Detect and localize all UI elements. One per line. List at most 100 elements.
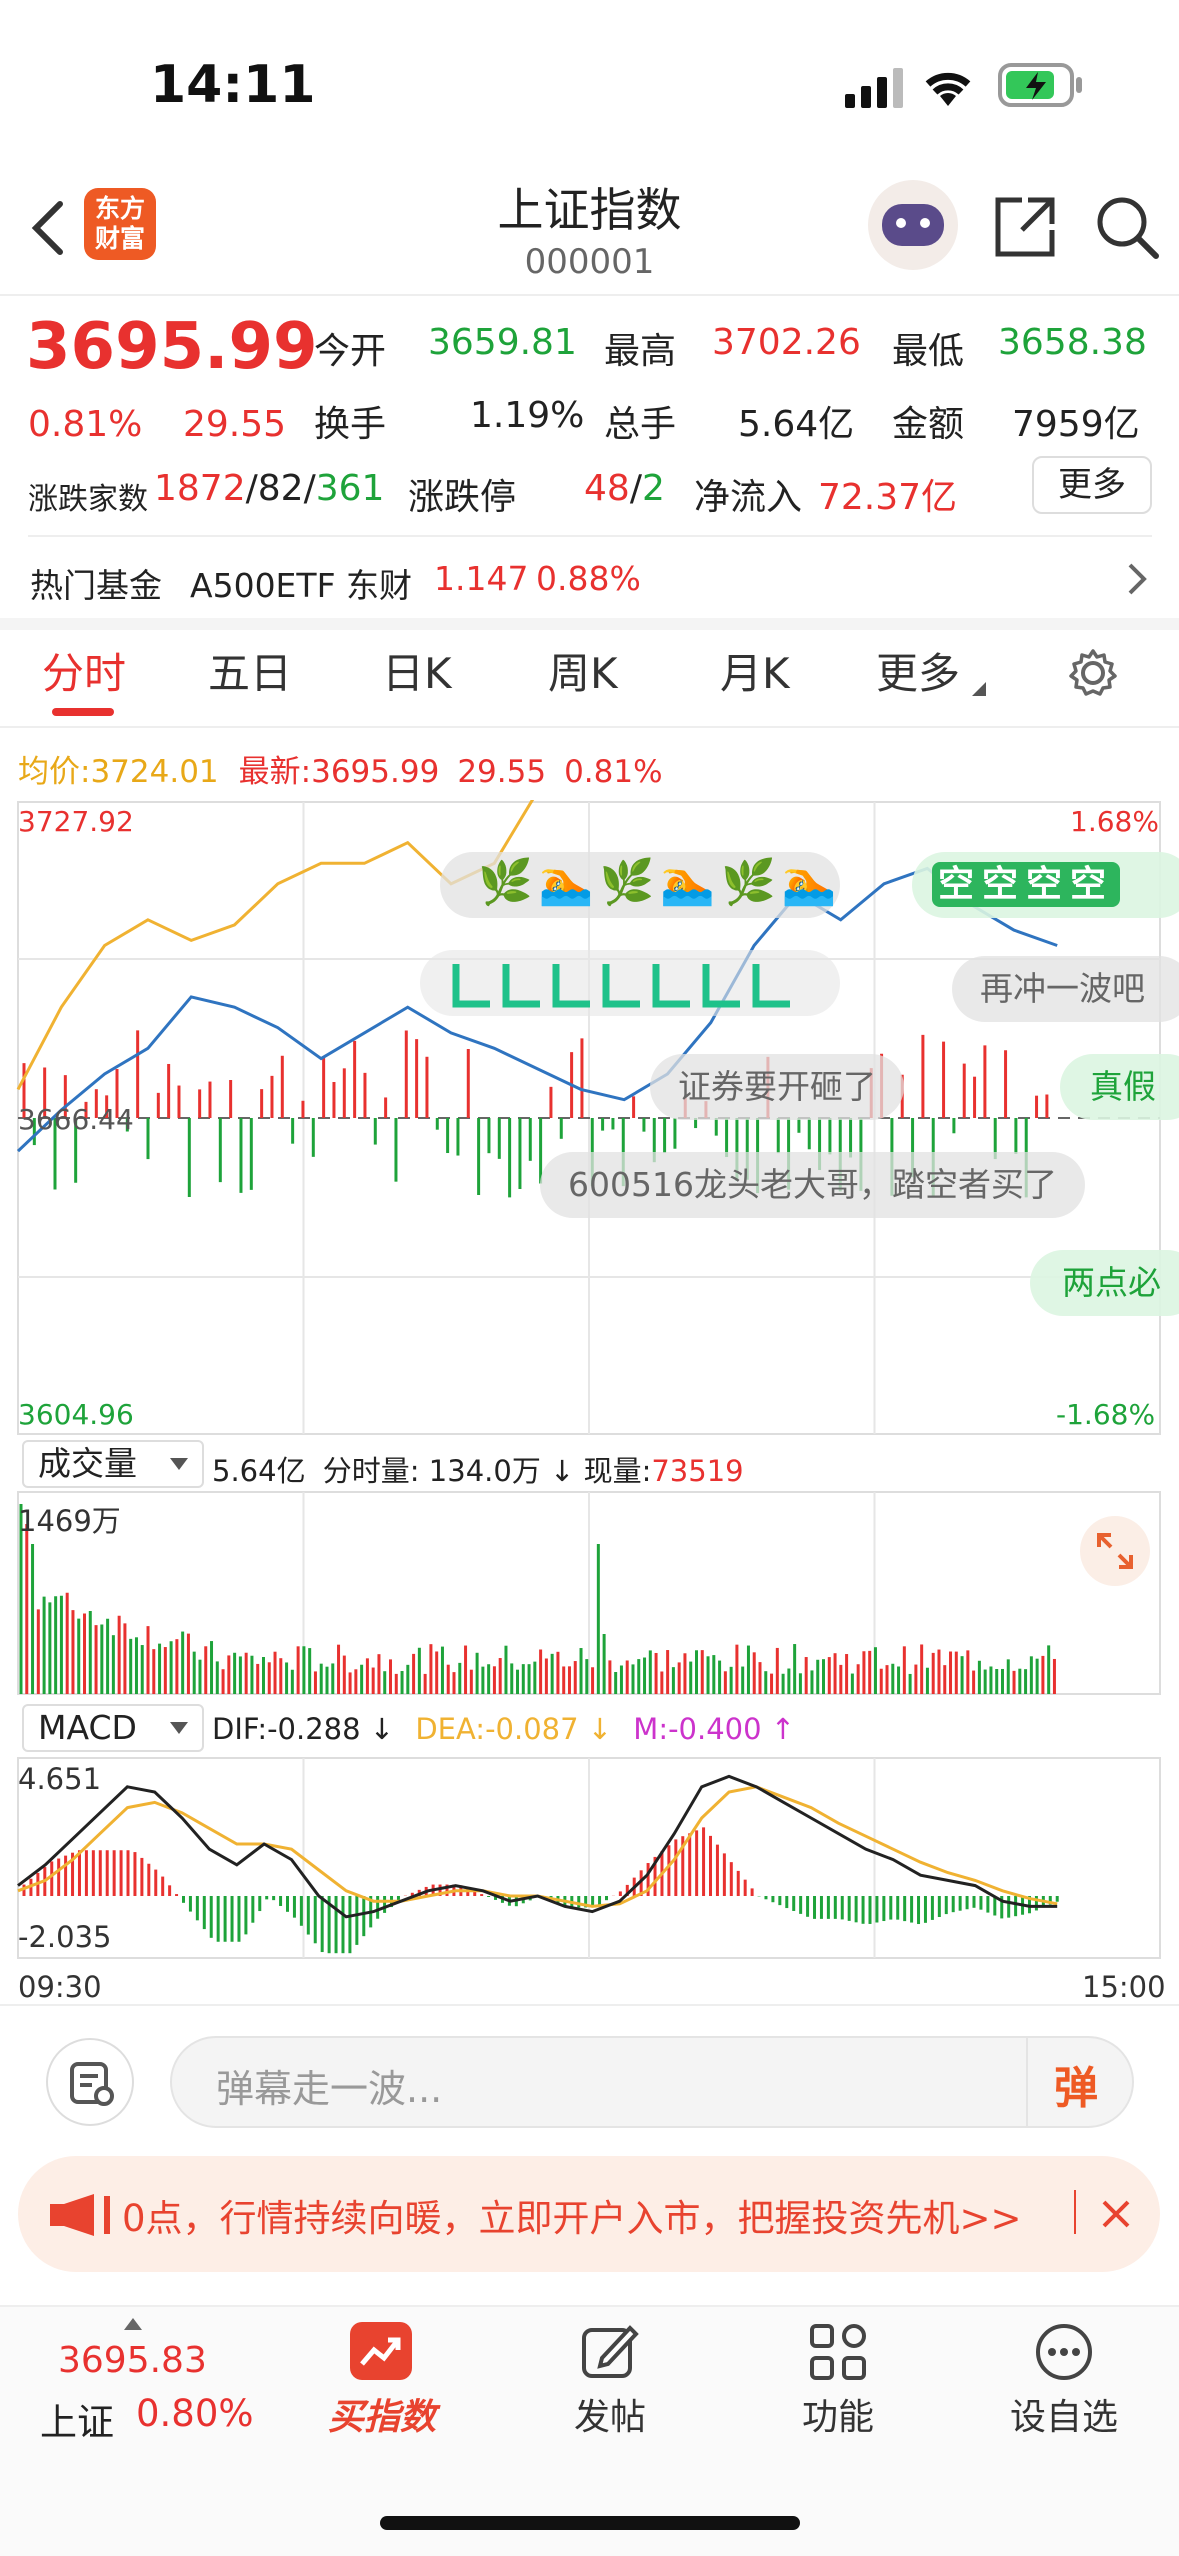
limit-down: 2: [641, 468, 665, 509]
fs-label: 分时量:: [322, 1454, 420, 1488]
close-icon[interactable]: [1098, 2196, 1134, 2232]
robot-eye-icon: [920, 218, 930, 228]
latest-chg: 29.55: [457, 754, 547, 790]
tab-active-indicator: [52, 708, 114, 716]
tab-five-day[interactable]: 五日: [208, 640, 292, 701]
bottom-index-pct: 0.80%: [136, 2392, 254, 2435]
robot-avatar[interactable]: [868, 180, 958, 270]
bottom-index-name: 上证: [40, 2401, 114, 2444]
hot-fund-pct: 0.88%: [536, 559, 641, 598]
nav-functions[interactable]: 功能: [758, 2388, 918, 2440]
signal-icon: [845, 68, 903, 108]
expand-button[interactable]: [1080, 1516, 1150, 1586]
bottom-index-price: 3695.83: [58, 2340, 207, 2381]
tab-monthly-k[interactable]: 月K: [720, 640, 790, 701]
change-value: 29.55: [183, 404, 287, 445]
dea-line: [17, 1785, 1058, 1908]
notes-button[interactable]: [46, 2038, 134, 2126]
volume-selector[interactable]: 成交量: [22, 1440, 204, 1488]
nav-watchlist[interactable]: 设自选: [984, 2388, 1144, 2440]
fs-value: 134.0万: [428, 1454, 541, 1488]
buy-index-icon: [350, 2322, 412, 2380]
macd-selector[interactable]: MACD: [22, 1704, 204, 1752]
limit-up: 48: [584, 468, 630, 509]
down-count: 361: [315, 468, 385, 509]
volume-total: 5.64亿: [212, 1454, 306, 1488]
hot-fund-label: 热门基金: [30, 566, 162, 605]
more-button[interactable]: 更多: [1032, 456, 1152, 514]
macd-min-label: -2.035: [18, 1920, 112, 1954]
tab-weekly-k[interactable]: 周K: [548, 640, 618, 701]
notes-icon: [70, 2062, 114, 2106]
danmaku-input-placeholder: 弹幕走一波...: [216, 2067, 443, 2111]
latest-pct: 0.81%: [564, 754, 663, 790]
settings-gear-icon[interactable]: [1068, 648, 1118, 698]
now-value: 73519: [651, 1454, 744, 1488]
search-icon[interactable]: [1094, 194, 1162, 262]
nav-post[interactable]: 发帖: [530, 2388, 690, 2440]
post-icon: [582, 2325, 639, 2378]
nav-buy-index[interactable]: 买指数: [302, 2388, 462, 2440]
up-triangle-icon: [124, 2318, 142, 2330]
dropdown-icon: [170, 1458, 188, 1470]
promo-banner[interactable]: 0点，行情持续向暖，立即开户入市，把握投资先机>>: [18, 2156, 1160, 2272]
avg-value: 3724.01: [90, 754, 219, 790]
macd-m: M:-0.400 ↑: [633, 1712, 796, 1746]
flat-count: 82: [257, 468, 304, 509]
slash: /: [629, 468, 642, 509]
more-dots-icon: [1036, 2324, 1092, 2380]
input-divider: [1026, 2038, 1028, 2126]
y-min-label: 3604.96: [18, 1398, 134, 1431]
tab-daily-k[interactable]: 日K: [382, 640, 452, 701]
status-time: 14:11: [150, 55, 316, 115]
home-indicator: [380, 2516, 800, 2530]
macd-dif: DIF:-0.288 ↓: [212, 1712, 395, 1746]
functions-icon: [810, 2324, 866, 2380]
current-price: 3695.99: [26, 310, 318, 384]
chevron-right-icon: [1128, 563, 1147, 595]
danmaku-chip: 两点必: [1030, 1250, 1179, 1316]
hot-fund-price: 1.147: [434, 559, 529, 598]
robot-face-icon: [882, 204, 944, 246]
trend-up-icon: [360, 2337, 401, 2366]
volume-max-label: 1469万: [18, 1504, 121, 1538]
tab-more[interactable]: 更多: [876, 640, 960, 701]
dif-line: [17, 1774, 1058, 1919]
megaphone-icon: [50, 2194, 110, 2236]
pct-min-label: -1.68%: [1056, 1398, 1156, 1431]
dropdown-icon: [170, 1722, 188, 1734]
breadth-label: 涨跌家数: [28, 482, 148, 517]
x-end-label: 15:00: [1082, 1970, 1166, 2004]
mid-label: 3666.44: [18, 1103, 134, 1136]
volume-label: 总手: [604, 404, 677, 445]
wifi-icon: [925, 72, 971, 106]
high-value: 3702.26: [712, 322, 861, 363]
turnover-value: 1.19%: [470, 395, 585, 436]
hot-fund-row[interactable]: 热门基金 A500ETF 东财 1.147 0.88%: [0, 545, 1179, 615]
netflow-value: 72.37亿: [818, 477, 958, 518]
dropdown-triangle-icon: [972, 682, 986, 696]
latest-value: 3695.99: [311, 754, 440, 790]
slash: /: [245, 468, 258, 509]
battery-icon: [998, 63, 1082, 107]
pct-max-label: 1.68%: [1070, 805, 1159, 838]
share-icon[interactable]: [992, 194, 1058, 260]
fall-arrows-icon: [452, 964, 790, 1008]
tab-intraday[interactable]: 分时: [42, 640, 126, 701]
danmaku-send-button[interactable]: 弹: [1054, 2052, 1098, 2116]
low-value: 3658.38: [998, 322, 1147, 363]
amount-value: 7959亿: [1012, 404, 1140, 445]
amount-label: 金额: [892, 404, 965, 445]
banner-text: 0点，行情持续向暖，立即开户入市，把握投资先机>>: [122, 2197, 1022, 2240]
danmaku-input[interactable]: 弹幕走一波... 弹: [170, 2036, 1134, 2128]
volume-chart[interactable]: [0, 1490, 1179, 1700]
low-label: 最低: [892, 331, 965, 372]
avg-label: 均价:: [18, 754, 91, 790]
macd-chart[interactable]: [0, 1756, 1179, 1962]
danmaku-kong-bubble: 空空空空: [912, 852, 1179, 918]
nav-header: 东方 财富 上证指数 000001: [0, 170, 1179, 295]
macd-dea: DEA:-0.087 ↓: [415, 1712, 613, 1746]
macd-info: DIF:-0.288 ↓ DEA:-0.087 ↓ M:-0.400 ↑: [212, 1712, 795, 1746]
danmaku-chip: 600516龙头老大哥，踏空者买了: [540, 1152, 1085, 1218]
robot-eye-icon: [896, 218, 906, 228]
